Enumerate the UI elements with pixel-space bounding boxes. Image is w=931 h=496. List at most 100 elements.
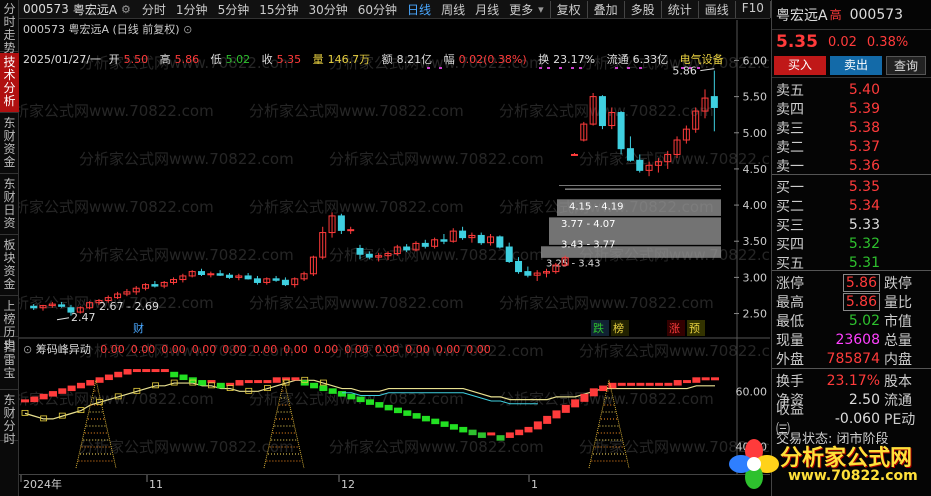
period-tab[interactable]: 1分钟	[171, 1, 213, 18]
left-tab-label: 板块资金	[3, 238, 16, 291]
period-tab[interactable]: 月线	[470, 1, 504, 18]
left-tab-label: 东财日资	[3, 177, 16, 230]
left-tab-1[interactable]: 技术分析	[0, 53, 19, 113]
chip-band-label: 3.77 - 4.07	[561, 219, 616, 230]
gear-icon[interactable]: ⚙	[121, 3, 137, 16]
bid-row[interactable]: 买二 5.34	[772, 196, 931, 215]
low-range-label: 2.67 - 2.69	[99, 300, 159, 313]
price-change-pct: 0.38%	[866, 34, 909, 50]
watermark-text: 分析家公式网www.70822.com	[499, 102, 714, 120]
indicator-bar	[617, 382, 626, 386]
toolbar-button[interactable]: F10	[734, 0, 770, 18]
period-tab[interactable]: 30分钟	[303, 1, 352, 18]
left-tab-7[interactable]: 东财分时	[0, 391, 19, 446]
stat-label-2: 量比	[884, 294, 912, 311]
stat-value-text: 785874	[826, 350, 880, 367]
indicator-bar	[552, 410, 561, 419]
sector-label[interactable]: 电气设备	[680, 53, 724, 66]
stat-value: 2.50	[848, 391, 880, 408]
indicator-bar	[67, 385, 76, 392]
toolbar-button[interactable]: 统计	[660, 0, 698, 18]
indicator-bar	[580, 393, 589, 402]
candle-body	[440, 239, 448, 242]
ask-row[interactable]: 卖三 5.38	[772, 118, 931, 137]
buy-button[interactable]: 买入	[774, 56, 826, 75]
indicator-value: 0.00	[466, 343, 491, 356]
turn-label: 换	[538, 53, 550, 66]
indicator-bar	[58, 388, 67, 394]
indicator-bar	[571, 399, 580, 408]
vol-label: 量	[312, 53, 324, 66]
stat-value-text: 5.86	[842, 292, 880, 311]
candle-body	[58, 304, 66, 307]
ask-row[interactable]: 卖四 5.39	[772, 99, 931, 118]
indicator-bar	[421, 415, 430, 422]
left-tab-5[interactable]: 上榜历史	[0, 297, 19, 352]
bid-row[interactable]: 买四 5.32	[772, 234, 931, 253]
period-tab[interactable]: 5分钟	[213, 1, 255, 18]
toolbar-button[interactable]: 叠加	[586, 0, 624, 18]
panel-stock-name: 粤宏远A	[776, 7, 828, 24]
left-tab-0[interactable]: 分时走势	[0, 0, 19, 55]
settings-circle-icon[interactable]: ⊙	[183, 23, 192, 36]
indicator-bar	[449, 424, 458, 430]
indicator-bar	[160, 369, 169, 373]
left-tab-3[interactable]: 东财日资	[0, 175, 19, 235]
indicator-bar	[384, 404, 393, 411]
query-button[interactable]: 查询	[886, 56, 926, 75]
period-tab[interactable]: 日线	[402, 1, 436, 18]
left-tab-6[interactable]: 扫雷宝	[0, 338, 19, 390]
stat-value-text: 5.86	[842, 273, 880, 292]
yu-badge: 预	[689, 322, 700, 335]
indicator-box	[21, 409, 29, 416]
settings-circle-icon[interactable]: ⊙	[23, 343, 32, 356]
signal-dot	[579, 67, 582, 69]
period-tab[interactable]: 更多	[504, 1, 538, 18]
kline-chart[interactable]: 分析家公式网www.70822.com 分析家公式网www.70822.com 分析…	[19, 20, 770, 496]
caret-down-icon[interactable]: ▾	[538, 3, 550, 16]
bid-label: 买三	[776, 217, 804, 234]
indicator-bar	[477, 432, 486, 438]
stat-label-2: 市值	[884, 313, 912, 330]
stat-row: 外盘 785874 内盘	[772, 349, 931, 368]
indicator-value: 0.00	[313, 343, 339, 356]
high-tag: 高	[829, 8, 842, 22]
indicator-value: 0.00	[130, 343, 156, 356]
bid-price: 5.31	[848, 254, 880, 271]
stat-label: 最高	[776, 294, 804, 311]
stat-value-text: 23608	[835, 331, 880, 348]
ask-row[interactable]: 卖五 5.40	[772, 80, 931, 99]
candle-body	[244, 275, 252, 280]
indicator-bar	[21, 399, 29, 403]
toolbar-button[interactable]: 多股	[623, 0, 661, 18]
ask-row[interactable]: 卖一 5.36	[772, 156, 931, 175]
indicator-bar	[142, 369, 151, 373]
period-tab[interactable]: 15分钟	[254, 1, 303, 18]
flower-logo-icon	[729, 439, 779, 489]
ask-row[interactable]: 卖二 5.37	[772, 137, 931, 156]
period-tab[interactable]: 分时	[137, 1, 171, 18]
period-tab[interactable]: 60分钟	[353, 1, 402, 18]
left-tab-4[interactable]: 板块资金	[0, 236, 19, 296]
signal-dot	[627, 67, 630, 69]
chart-area[interactable]: 分析家公式网www.70822.com 分析家公式网www.70822.com 分析…	[19, 20, 770, 496]
sell-button[interactable]: 卖出	[830, 56, 882, 75]
indicator-bar	[244, 380, 253, 384]
bid-row[interactable]: 买一 5.35	[772, 177, 931, 196]
toolbar-button[interactable]: 复权	[549, 0, 587, 18]
period-tab[interactable]: 周线	[436, 1, 470, 18]
bid-row[interactable]: 买三 5.33	[772, 215, 931, 234]
signal-dot	[547, 67, 550, 69]
indicator-name[interactable]: 筹码峰异动	[36, 343, 91, 356]
stats-block: 涨停 5.86 跌停 最高 5.86 量比 最低 5.02 市值 现量 23608 总量 外盘 78587…	[772, 270, 931, 368]
candle-body	[281, 279, 289, 286]
float-value: 6.33亿	[632, 53, 669, 66]
left-tab-2[interactable]: 东财资金	[0, 114, 19, 174]
tie-badge: 跌	[593, 321, 604, 335]
quote-line: 2025/01/27/一 开 5.50 高 5.86 低 5.02 收 5.35 量 14…	[23, 51, 728, 67]
indicator-bar	[412, 413, 421, 419]
ask-price: 5.38	[848, 119, 880, 136]
toolbar-button[interactable]: 画线	[697, 0, 735, 18]
ask-label: 卖三	[776, 120, 804, 137]
quote-panel: 粤宏远A 高 000573 5.35 0.02 0.38% 买入 卖出 查询 卖…	[771, 0, 931, 496]
